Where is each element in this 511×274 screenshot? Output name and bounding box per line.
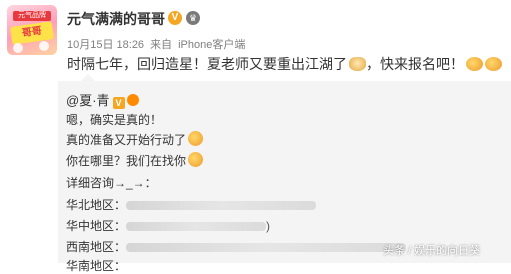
verified-icon: V (168, 11, 182, 25)
repost-line: 详细咨询→_→： (66, 176, 157, 190)
post-timestamp[interactable]: 10月15日 18:26 (67, 39, 144, 51)
repost-caret (81, 74, 95, 81)
repost-line: 真的准备又开始行动了 (66, 131, 204, 148)
contact-row-southwest: 西南地区： (66, 238, 407, 255)
redacted-contact (126, 201, 317, 211)
region-label: 华南地区： (66, 259, 127, 273)
watermark: 头条 / 娱乐的向日葵 (383, 245, 481, 257)
region-label: 华北地区： (66, 198, 127, 212)
member-icon (126, 94, 139, 106)
dog-emoji-icon (349, 57, 366, 71)
region-tail: ) (266, 219, 271, 233)
contact-row-south: 华南地区： (66, 257, 126, 274)
repost-mention-link[interactable]: @夏·青 (66, 93, 110, 108)
clap-emoji-icon (485, 57, 502, 71)
repost-line-text: 真的准备又开始行动了 (66, 133, 187, 147)
source-prefix: 来自 (150, 39, 173, 51)
post-text-part1: 时隔七年，回归造星！夏老师又要重出江湖了 (67, 56, 347, 72)
contact-row-central: 华中地区：) (66, 217, 270, 234)
repost-line: 你在哪里？我们在找你 (66, 152, 204, 169)
repost-line: 嗯，确实是真的！ (66, 113, 163, 127)
member-crown-icon: ♛ (186, 11, 200, 25)
repost-header: @夏·青 V (66, 90, 139, 109)
post-source[interactable]: iPhone客户端 (178, 39, 245, 51)
post-text: 时隔七年，回归造星！夏老师又要重出江湖了 ，快来报名吧！ (67, 54, 502, 74)
region-label: 西南地区： (66, 240, 127, 254)
avatar-decoration (13, 43, 23, 53)
redacted-contact (126, 222, 267, 232)
avatar-decoration (39, 41, 49, 51)
post-meta: 10月15日 18:26 来自 iPhone客户端 (67, 36, 251, 52)
avatar-badge-top: 元气品牌 (13, 11, 51, 21)
verified-icon: V (112, 97, 125, 109)
username[interactable]: 元气满满的哥哥 (67, 9, 165, 29)
clap-emoji-icon (188, 152, 204, 167)
region-label: 华中地区： (66, 219, 127, 233)
clap-emoji-icon (466, 57, 483, 71)
avatar[interactable]: 元气品牌 哥哥 (7, 5, 57, 55)
repost-line-text: 你在哪里？我们在找你 (66, 154, 187, 168)
post-text-part2: ，快来报名吧！ (366, 56, 464, 72)
pray-emoji-icon (188, 131, 204, 146)
contact-row-north: 华北地区： (66, 196, 317, 213)
redacted-contact (126, 243, 407, 253)
avatar-badge-mid: 哥哥 (9, 21, 55, 45)
